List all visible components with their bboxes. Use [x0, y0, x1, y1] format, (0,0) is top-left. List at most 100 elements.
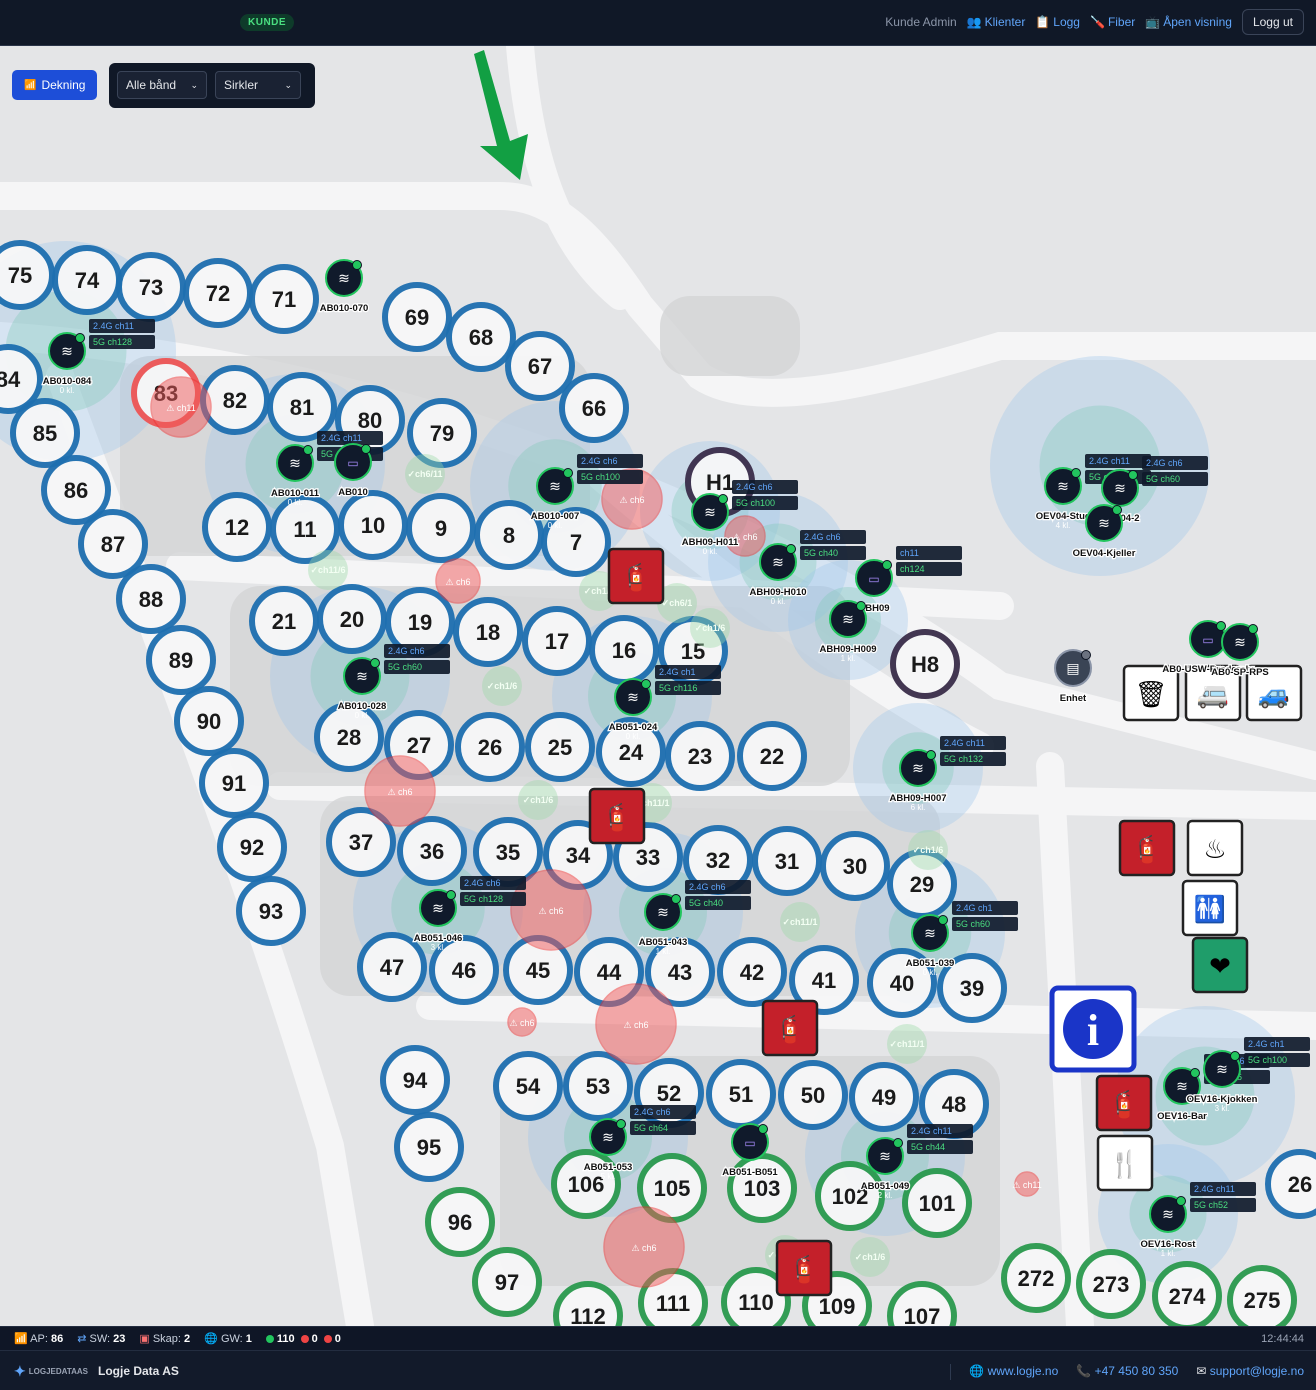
- site-marker[interactable]: 72: [183, 258, 253, 328]
- site-marker[interactable]: 12: [202, 492, 272, 562]
- site-marker[interactable]: 89: [146, 625, 216, 695]
- site-marker[interactable]: 273: [1076, 1249, 1146, 1319]
- conflict-label: ⚠ ch6: [619, 495, 644, 505]
- channel-tag-label: ch124: [900, 564, 925, 574]
- nav-open-view[interactable]: 📺 Åpen visning: [1145, 15, 1232, 29]
- site-marker[interactable]: 49: [849, 1062, 919, 1132]
- band-select[interactable]: Alle bånd ⌄: [117, 71, 207, 99]
- site-marker[interactable]: 26: [455, 712, 525, 782]
- channel-tag-label: 2.4G ch11: [911, 1126, 952, 1136]
- channel-ok: ✓ch6/11: [405, 454, 445, 494]
- channel-conflict[interactable]: ⚠ ch6: [364, 755, 436, 827]
- site-marker[interactable]: 92: [217, 812, 287, 882]
- site-number: 96: [448, 1210, 472, 1235]
- site-marker[interactable]: 47: [357, 932, 427, 1002]
- access-point-marker[interactable]: ▤ Enhet: [1054, 649, 1092, 705]
- nav-klienter[interactable]: 👥 Klienter: [967, 15, 1026, 29]
- coverage-button[interactable]: 📶 Dekning: [12, 70, 98, 100]
- site-marker[interactable]: 50: [778, 1060, 848, 1130]
- wifi-icon: ≋: [772, 555, 784, 571]
- site-marker[interactable]: 67: [505, 331, 575, 401]
- site-marker[interactable]: 42: [717, 937, 787, 1007]
- switch-icon: ⇄: [77, 1333, 87, 1345]
- email-link[interactable]: ✉ support@logje.no: [1196, 1364, 1304, 1380]
- site-marker[interactable]: 275: [1227, 1265, 1297, 1326]
- site-marker[interactable]: 35: [473, 817, 543, 887]
- site-marker[interactable]: 25: [525, 712, 595, 782]
- site-marker[interactable]: 26: [1265, 1149, 1316, 1219]
- channel-tag-label: 5G ch52: [1194, 1200, 1228, 1210]
- logout-button[interactable]: Logg ut: [1241, 9, 1304, 35]
- site-marker[interactable]: 102: [815, 1161, 885, 1231]
- site-marker[interactable]: 16: [589, 615, 659, 685]
- ap-icon: 📶: [14, 1333, 28, 1345]
- site-marker[interactable]: 90: [174, 686, 244, 756]
- site-marker[interactable]: 112: [553, 1281, 623, 1326]
- site-marker[interactable]: 53: [563, 1051, 633, 1121]
- website-link[interactable]: 🌐 www.logje.no: [969, 1364, 1058, 1380]
- channel-conflict[interactable]: ⚠ ch6: [724, 515, 766, 557]
- site-marker[interactable]: H8: [890, 629, 960, 699]
- site-marker[interactable]: 274: [1152, 1261, 1222, 1326]
- channel-conflict[interactable]: ⚠ ch6: [603, 1206, 685, 1288]
- access-point-marker[interactable]: ▭ AB010: [334, 443, 372, 499]
- site-marker[interactable]: 54: [493, 1051, 563, 1121]
- site-marker[interactable]: 18: [453, 597, 523, 667]
- status-dot: [786, 544, 796, 554]
- site-marker[interactable]: 272: [1001, 1243, 1071, 1313]
- site-marker[interactable]: 82: [200, 365, 270, 435]
- site-marker[interactable]: 30: [820, 831, 890, 901]
- site-marker[interactable]: 22: [737, 721, 807, 791]
- channel-conflict[interactable]: ⚠ ch6: [435, 558, 481, 604]
- wifi-icon: ≋: [1162, 1207, 1174, 1223]
- channel-conflict[interactable]: ⚠ ch6: [507, 1007, 537, 1037]
- site-marker[interactable]: 36: [397, 816, 467, 886]
- site-marker[interactable]: 88: [116, 564, 186, 634]
- site-marker[interactable]: 95: [394, 1112, 464, 1182]
- site-marker[interactable]: 103: [727, 1153, 797, 1223]
- site-marker[interactable]: 51: [706, 1059, 776, 1129]
- site-marker[interactable]: 21: [249, 586, 319, 656]
- map-canvas[interactable]: 7574737271696867668483828180798586878889…: [0, 46, 1316, 1326]
- globe-icon: 🌐: [969, 1364, 985, 1378]
- switch-icon: ▭: [868, 572, 879, 586]
- site-marker[interactable]: 10: [338, 490, 408, 560]
- site-marker[interactable]: 96: [425, 1187, 495, 1257]
- site-marker[interactable]: 85: [10, 398, 80, 468]
- site-marker[interactable]: 68: [446, 302, 516, 372]
- site-marker[interactable]: 75: [0, 240, 55, 310]
- channel-conflict[interactable]: ⚠ ch6: [595, 983, 677, 1065]
- display-style-select[interactable]: Sirkler ⌄: [215, 71, 301, 99]
- channel-conflict[interactable]: ⚠ ch11: [150, 376, 212, 438]
- channel-tag-label: 5G ch40: [689, 898, 723, 908]
- site-marker[interactable]: 9: [406, 493, 476, 563]
- site-marker[interactable]: 31: [752, 826, 822, 896]
- ap-name: AB010-070: [320, 303, 369, 314]
- site-marker[interactable]: 17: [522, 606, 592, 676]
- channel-tag-label: 2.4G ch6: [689, 882, 726, 892]
- wifi-icon: ≋: [356, 669, 368, 685]
- site-marker[interactable]: 23: [665, 721, 735, 791]
- site-marker[interactable]: 73: [116, 252, 186, 322]
- nav-logg[interactable]: 📋 Logg: [1035, 15, 1080, 29]
- site-marker[interactable]: 81: [267, 372, 337, 442]
- nav-fiber[interactable]: 🪛 Fiber: [1090, 15, 1135, 29]
- site-marker[interactable]: 69: [382, 282, 452, 352]
- site-marker[interactable]: 107: [887, 1281, 957, 1326]
- site-marker[interactable]: 94: [380, 1045, 450, 1115]
- site-marker[interactable]: 28: [314, 702, 384, 772]
- site-marker[interactable]: 93: [236, 876, 306, 946]
- status-dot: [926, 750, 936, 760]
- site-marker[interactable]: 20: [317, 584, 387, 654]
- phone-link[interactable]: 📞 +47 450 80 350: [1076, 1364, 1178, 1380]
- site-marker[interactable]: 87: [78, 509, 148, 579]
- site-marker[interactable]: 101: [902, 1168, 972, 1238]
- site-marker[interactable]: 97: [472, 1247, 542, 1317]
- coverage-map[interactable]: 7574737271696867668483828180798586878889…: [0, 46, 1316, 1326]
- site-marker[interactable]: 74: [52, 245, 122, 315]
- site-marker[interactable]: 91: [199, 748, 269, 818]
- site-marker[interactable]: 66: [559, 373, 629, 443]
- online-count: 110: [265, 1333, 295, 1345]
- site-marker[interactable]: 71: [249, 264, 319, 334]
- site-number: H8: [911, 652, 939, 677]
